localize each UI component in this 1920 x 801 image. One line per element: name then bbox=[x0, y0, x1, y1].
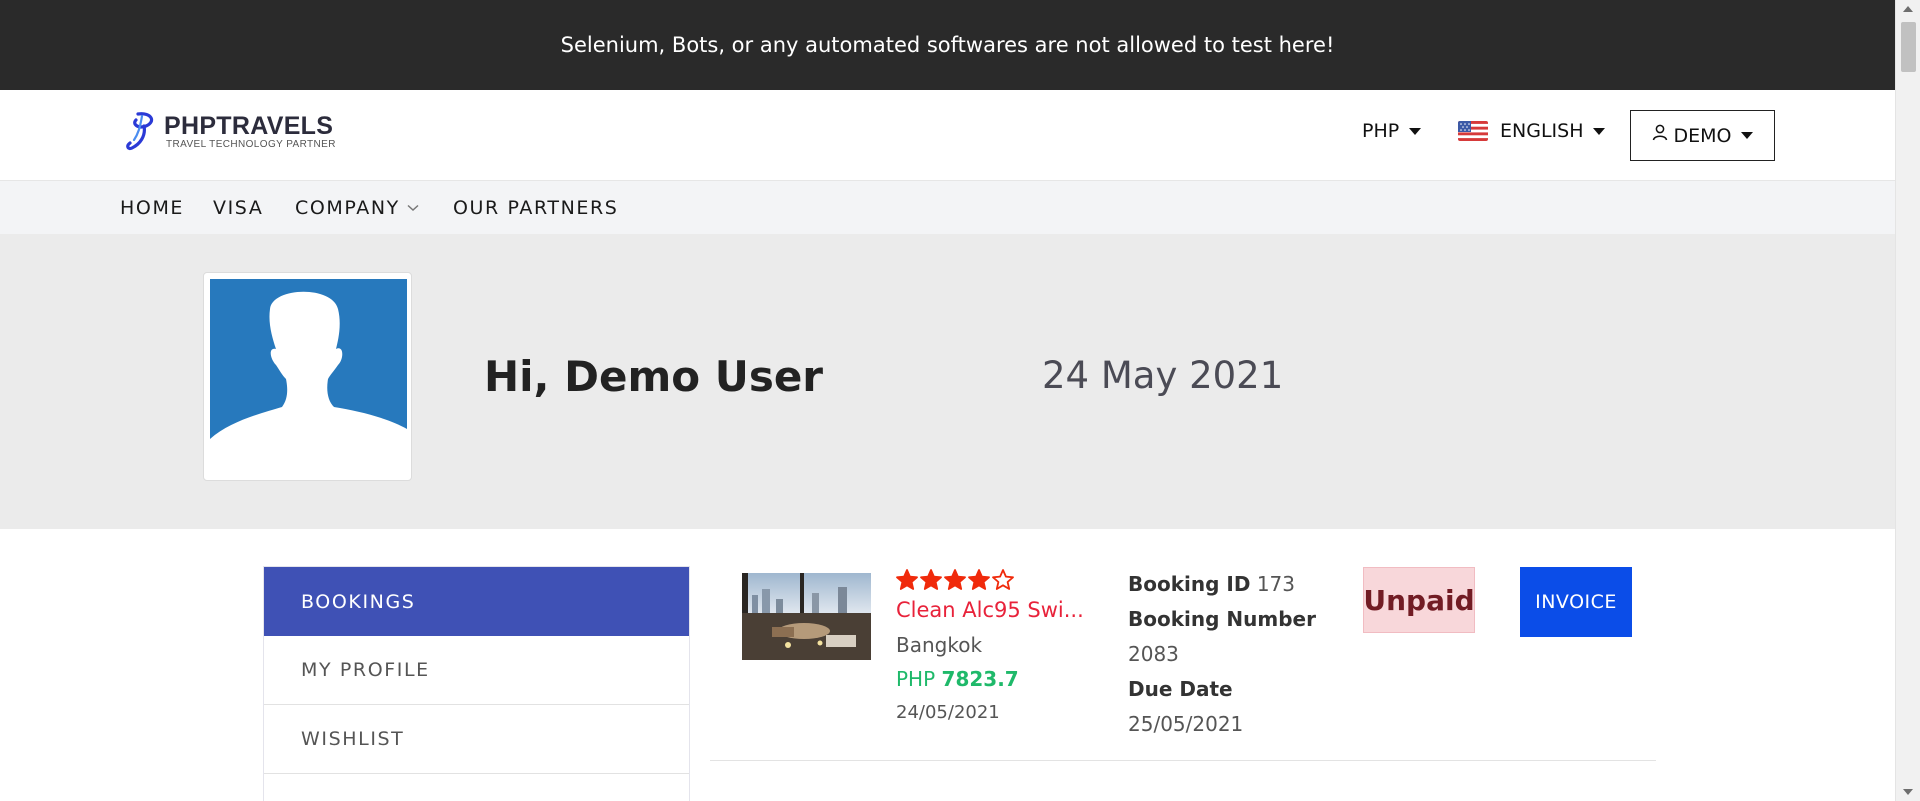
star-filled-icon bbox=[968, 569, 990, 590]
language-label: ENGLISH bbox=[1500, 120, 1584, 142]
hotel-city: Bangkok bbox=[896, 633, 983, 657]
account-dropdown-button[interactable]: DEMO bbox=[1630, 110, 1775, 161]
nav-item-company[interactable]: COMPANY bbox=[295, 197, 419, 219]
sidebar-item-my-profile[interactable]: MY PROFILE bbox=[264, 636, 689, 705]
currency-label: PHP bbox=[1362, 120, 1400, 142]
price-currency: PHP bbox=[896, 667, 936, 691]
logo-title: PHPTRAVELS bbox=[164, 112, 334, 140]
account-sidebar: BOOKINGS MY PROFILE WISHLIST bbox=[263, 566, 690, 801]
avatar-frame bbox=[203, 272, 412, 481]
caret-down-icon bbox=[1741, 132, 1754, 139]
sidebar-item-label: WISHLIST bbox=[301, 728, 405, 750]
automation-warning-banner: Selenium, Bots, or any automated softwar… bbox=[0, 0, 1895, 90]
page-scrollbar[interactable] bbox=[1895, 0, 1920, 801]
scrollbar-thumb[interactable] bbox=[1901, 22, 1916, 72]
main-navigation: HOME VISA COMPANY OUR PARTNERS bbox=[0, 180, 1895, 234]
current-date: 24 May 2021 bbox=[1042, 354, 1284, 397]
due-date-value-row: 25/05/2021 bbox=[1128, 712, 1243, 736]
star-empty-icon bbox=[992, 569, 1014, 590]
booking-date: 24/05/2021 bbox=[896, 702, 1000, 723]
user-icon bbox=[1652, 124, 1667, 141]
hotel-thumbnail[interactable] bbox=[742, 573, 871, 660]
booking-number-label-row: Booking Number bbox=[1128, 607, 1316, 631]
nav-item-label: OUR PARTNERS bbox=[453, 197, 619, 219]
automation-warning-text: Selenium, Bots, or any automated softwar… bbox=[560, 33, 1335, 57]
sidebar-item-label: BOOKINGS bbox=[301, 590, 416, 613]
booking-number-value-row: 2083 bbox=[1128, 642, 1179, 666]
star-filled-icon bbox=[944, 569, 966, 590]
nav-item-home[interactable]: HOME bbox=[120, 197, 184, 219]
invoice-button[interactable]: INVOICE bbox=[1520, 567, 1632, 637]
sidebar-item-label: MY PROFILE bbox=[301, 659, 430, 681]
price-amount: 7823.7 bbox=[941, 667, 1019, 691]
us-flag-icon bbox=[1458, 121, 1488, 141]
hotel-name-link[interactable]: Clean Alc95 Swi... bbox=[896, 598, 1084, 622]
greeting-heading: Hi, Demo User bbox=[484, 352, 824, 401]
language-dropdown[interactable]: ENGLISH bbox=[1458, 120, 1606, 142]
avatar bbox=[210, 279, 407, 475]
nav-item-visa[interactable]: VISA bbox=[213, 197, 263, 219]
payment-status-badge: Unpaid bbox=[1363, 567, 1475, 633]
rating-stars bbox=[895, 568, 1015, 592]
booking-id-value: 173 bbox=[1256, 572, 1295, 596]
star-filled-icon bbox=[896, 569, 918, 590]
phptravels-logo-icon bbox=[126, 112, 154, 151]
sidebar-item-bookings[interactable]: BOOKINGS bbox=[264, 567, 689, 636]
account-label: DEMO bbox=[1673, 124, 1732, 147]
nav-item-label: HOME bbox=[120, 197, 185, 219]
scroll-down-arrow-icon[interactable] bbox=[1903, 789, 1913, 795]
booking-card: Clean Alc95 Swi... Bangkok PHP 7823.7 24… bbox=[710, 566, 1656, 761]
profile-hero: Hi, Demo User 24 May 2021 bbox=[0, 234, 1895, 529]
site-logo[interactable]: PHPTRAVELS TRAVEL TECHNOLOGY PARTNER bbox=[124, 110, 336, 154]
caret-down-icon bbox=[1409, 127, 1422, 135]
hotel-image bbox=[742, 573, 871, 660]
due-date-label: Due Date bbox=[1128, 677, 1233, 701]
scroll-up-arrow-icon[interactable] bbox=[1903, 6, 1913, 12]
caret-down-icon bbox=[1593, 127, 1606, 135]
booking-id-row: Booking ID 173 bbox=[1128, 572, 1295, 596]
star-filled-icon bbox=[920, 569, 942, 590]
nav-item-label: VISA bbox=[213, 197, 264, 219]
logo-subtitle: TRAVEL TECHNOLOGY PARTNER bbox=[166, 139, 336, 150]
booking-number-value: 2083 bbox=[1128, 642, 1179, 666]
currency-dropdown[interactable]: PHP bbox=[1362, 120, 1422, 142]
chevron-down-icon bbox=[407, 204, 419, 212]
site-header: PHPTRAVELS TRAVEL TECHNOLOGY PARTNER PHP… bbox=[0, 90, 1895, 180]
due-date-value: 25/05/2021 bbox=[1128, 712, 1244, 736]
user-silhouette-icon bbox=[210, 291, 407, 475]
booking-id-label: Booking ID bbox=[1128, 572, 1251, 596]
booking-price: PHP 7823.7 bbox=[896, 667, 1019, 691]
sidebar-item-wishlist[interactable]: WISHLIST bbox=[264, 705, 689, 774]
booking-number-label: Booking Number bbox=[1128, 607, 1316, 631]
nav-item-our-partners[interactable]: OUR PARTNERS bbox=[453, 197, 618, 219]
due-date-label-row: Due Date bbox=[1128, 677, 1233, 701]
nav-item-label: COMPANY bbox=[295, 197, 400, 219]
